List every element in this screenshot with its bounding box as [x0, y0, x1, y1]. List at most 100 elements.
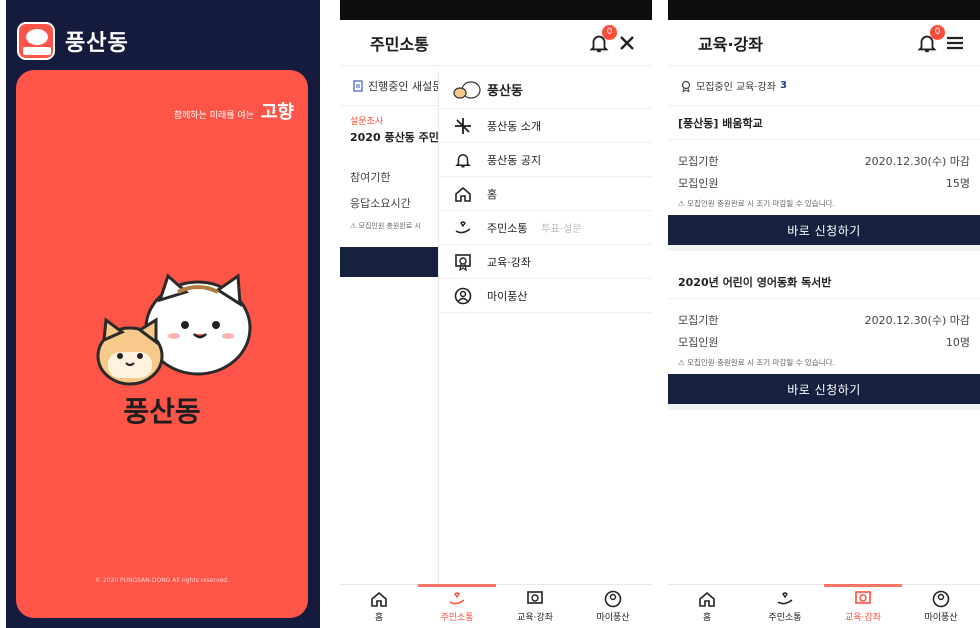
course-count-value: 3 — [779, 80, 787, 91]
course-period-value: 2020.12.30(수) 마감 — [864, 155, 970, 168]
course-people-value: 10명 — [945, 336, 970, 349]
nav-education[interactable]: 교육·강좌 — [824, 584, 902, 628]
nav-label: 마이풍산 — [596, 613, 630, 623]
course-period-row: 모집기한 2020.12.30(수) 마감 — [678, 309, 970, 331]
splash-center-name: 풍산동 — [123, 395, 201, 428]
home-icon — [699, 591, 715, 607]
status-bar — [340, 0, 652, 20]
screens-collage: 풍산동 함께하는 미래를 여는 고향 풍산동 © 2020 PUNGSAN-DO… — [0, 0, 980, 628]
nav-education[interactable]: 교육·강좌 — [496, 585, 574, 628]
user-circle-icon — [932, 590, 950, 608]
course-body: 모집기한 2020.12.30(수) 마감 모집인원 15명 ⚠ 모집인원 충원… — [668, 140, 980, 215]
course-note: ⚠ 모집인원 충원완료 시 조기 마감될 수 있습니다. — [678, 199, 835, 208]
slogan-small: 함께하는 미래를 여는 — [173, 111, 254, 121]
apply-button[interactable]: 바로 신청하기 — [668, 374, 980, 404]
nav-label: 교육·강좌 — [517, 613, 553, 623]
course-period-label: 모집기한 — [678, 314, 719, 327]
certificate-icon — [455, 253, 471, 271]
menu-item-label: 홈 — [487, 187, 498, 201]
nav-mypage[interactable]: 마이풍산 — [574, 585, 652, 628]
certificate-icon — [855, 591, 871, 604]
notification-badge: 0 — [602, 24, 617, 40]
slogan-logo: 함께하는 미래를 여는 고향 — [174, 98, 294, 124]
menu-item-label: 풍산동 소개 — [487, 119, 542, 133]
page-title: 교육·강좌 — [698, 34, 763, 54]
course-body: 모집기한 2020.12.30(수) 마감 모집인원 10명 ⚠ 모집인원 충원… — [668, 299, 980, 374]
hand-heart-icon — [455, 220, 471, 233]
splash-header: 풍산동 — [17, 22, 129, 60]
nav-home[interactable]: 홈 — [340, 585, 418, 628]
hamburger-icon — [947, 36, 963, 49]
course-people-row: 모집인원 15명 — [678, 172, 970, 194]
menu-button[interactable] — [944, 32, 966, 54]
education-screen: 교육·강좌 0 모집중인 교육·강좌 3 [풍산동] 배움학교 모집기한 202… — [668, 0, 980, 628]
status-bar — [668, 0, 980, 20]
community-screen: 주민소통 0 진행중인 새설문 설문조사 2020 풍산동 주민참 참여기한 응… — [340, 0, 652, 628]
course-people-value: 15명 — [945, 177, 970, 190]
hand-heart-icon — [449, 592, 465, 605]
side-menu: 풍산동 풍산동 소개 풍산동 공지 홈 주민소통 투표·설문 교육·강좌 마이풍… — [438, 71, 652, 584]
nav-community[interactable]: 주민소통 — [418, 584, 496, 628]
course-period-label: 모집기한 — [678, 155, 719, 168]
menu-item-education[interactable]: 교육·강좌 — [439, 245, 652, 279]
course-card: 2020년 어린이 영어동화 독서반 모집기한 2020.12.30(수) 마감… — [668, 265, 980, 410]
home-icon — [371, 591, 387, 607]
home-icon — [455, 186, 471, 202]
close-button[interactable] — [616, 32, 638, 54]
course-people-row: 모집인원 10명 — [678, 331, 970, 353]
course-people-label: 모집인원 — [678, 177, 719, 190]
notification-badge: 0 — [930, 24, 945, 40]
menu-item-label: 교육·강좌 — [487, 255, 531, 269]
menu-item-mypage[interactable]: 마이풍산 — [439, 279, 652, 313]
app-logo-icon — [17, 22, 55, 60]
splash-screen: 풍산동 함께하는 미래를 여는 고향 풍산동 © 2020 PUNGSAN-DO… — [6, 0, 320, 628]
notification-button[interactable]: 0 — [588, 24, 617, 54]
notification-button[interactable]: 0 — [916, 24, 945, 54]
menu-item-label: 주민소통 — [487, 221, 528, 235]
splash-card: 함께하는 미래를 여는 고향 풍산동 © 2020 PUNGSAN-DONG A… — [16, 70, 308, 618]
course-card: [풍산동] 배움학교 모집기한 2020.12.30(수) 마감 모집인원 15… — [668, 106, 980, 251]
close-icon — [620, 35, 634, 50]
user-circle-icon — [454, 287, 472, 304]
nav-community[interactable]: 주민소통 — [746, 585, 824, 628]
certificate-icon — [527, 591, 543, 604]
nav-mypage[interactable]: 마이풍산 — [902, 585, 980, 628]
apply-button[interactable]: 바로 신청하기 — [668, 215, 980, 245]
course-title: 2020년 어린이 영어동화 독서반 — [668, 265, 980, 299]
nav-label: 홈 — [374, 613, 384, 623]
course-period-row: 모집기한 2020.12.30(수) 마감 — [678, 150, 970, 172]
slogan-big: 고향 — [260, 102, 294, 123]
user-circle-icon — [604, 590, 622, 608]
menu-item-label: 마이풍산 — [487, 289, 528, 303]
menu-item-notice[interactable]: 풍산동 공지 — [439, 143, 652, 177]
menu-item-sub: 투표·설문 — [541, 224, 582, 235]
ribbon-icon — [681, 80, 691, 92]
pinwheel-icon — [455, 117, 471, 134]
nav-label: 주민소통 — [440, 613, 474, 623]
mascot-cats-icon — [96, 273, 252, 386]
course-note: ⚠ 모집인원 충원완료 시 조기 마감될 수 있습니다. — [678, 358, 835, 367]
menu-item-community[interactable]: 주민소통 투표·설문 — [439, 211, 652, 245]
nav-home[interactable]: 홈 — [668, 585, 746, 628]
bottom-nav: 홈 주민소통 교육·강좌 마이풍산 — [668, 584, 980, 628]
menu-item-intro[interactable]: 풍산동 소개 — [439, 109, 652, 143]
top-bar: 교육·강좌 0 — [668, 20, 980, 66]
copyright-text: © 2020 PUNGSAN-DONG All rights reserved. — [94, 577, 230, 584]
nav-label: 주민소통 — [768, 613, 802, 623]
splash-app-title: 풍산동 — [65, 31, 129, 56]
course-count-label: 모집중인 교육·강좌 — [696, 82, 776, 93]
mascot-mini-icon — [453, 80, 481, 99]
document-icon — [353, 79, 363, 92]
nav-label: 홈 — [702, 613, 712, 623]
hand-heart-icon — [777, 592, 793, 605]
course-period-value: 2020.12.30(수) 마감 — [864, 314, 970, 327]
bell-icon — [455, 153, 471, 167]
menu-item-label: 풍산동 공지 — [487, 153, 542, 167]
course-people-label: 모집인원 — [678, 336, 719, 349]
menu-item-home[interactable]: 홈 — [439, 177, 652, 211]
bottom-nav: 홈 주민소통 교육·강좌 마이풍산 — [340, 584, 652, 628]
survey-tab-label: 진행중인 새설문 — [368, 79, 443, 93]
nav-label: 마이풍산 — [924, 613, 958, 623]
top-bar: 주민소통 0 — [340, 20, 652, 66]
page-title: 주민소통 — [370, 34, 429, 54]
